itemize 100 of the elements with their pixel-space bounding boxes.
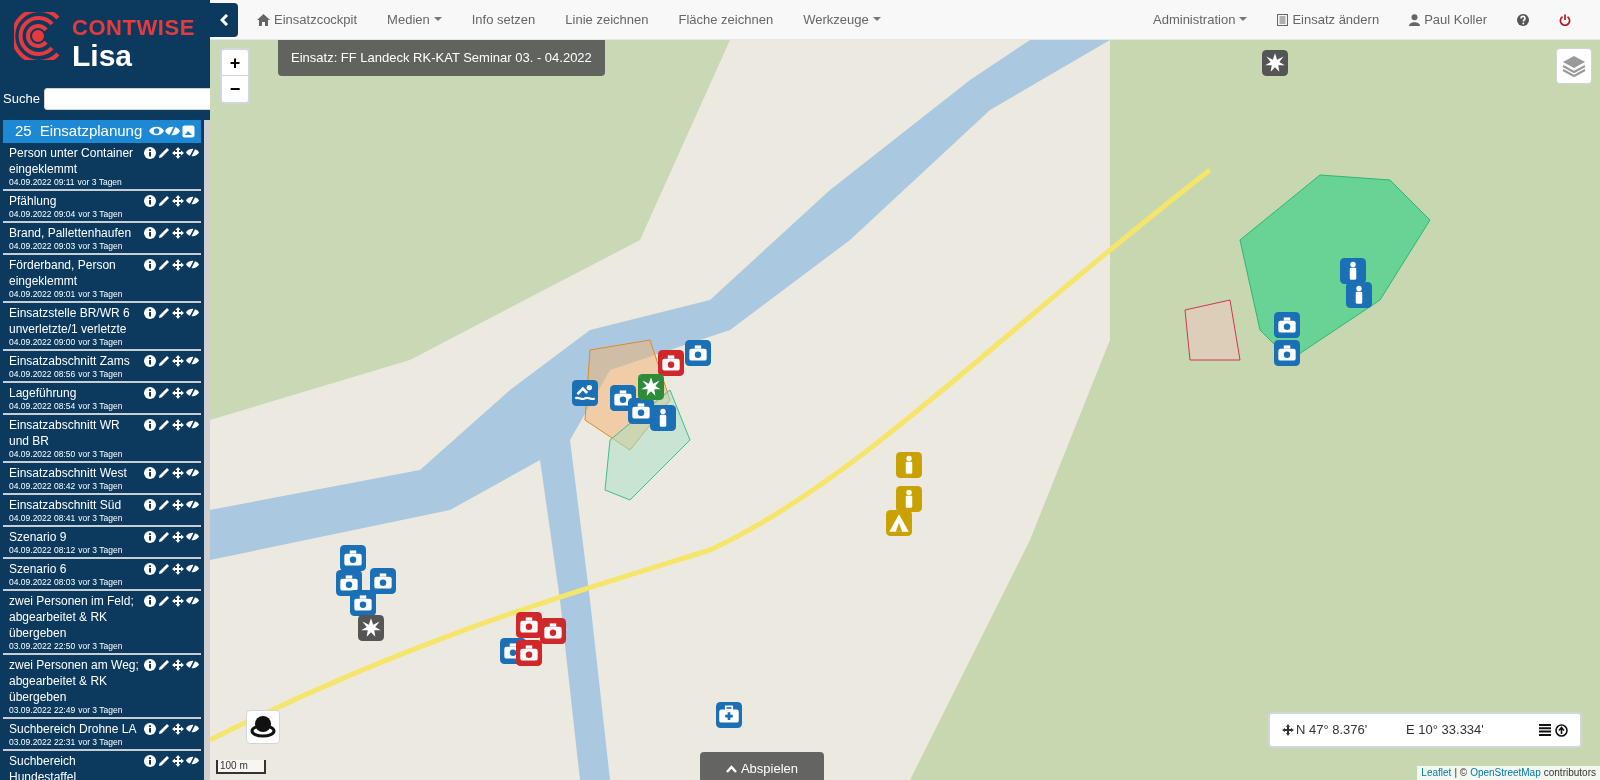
camera-marker-icon[interactable]	[516, 640, 542, 666]
move-icon[interactable]	[172, 354, 184, 367]
play-button[interactable]: Abspielen	[700, 752, 824, 780]
explosion-marker-icon[interactable]	[1262, 50, 1288, 76]
info-icon[interactable]	[144, 258, 156, 271]
pencil-icon[interactable]	[158, 754, 170, 767]
move-icon[interactable]	[172, 722, 184, 735]
info-icon[interactable]	[144, 658, 156, 671]
move-icon[interactable]	[172, 562, 184, 575]
info-icon[interactable]	[144, 226, 156, 239]
pencil-icon[interactable]	[158, 194, 170, 207]
pencil-icon[interactable]	[158, 722, 170, 735]
layer-header[interactable]: 25 Einsatzplanung	[3, 120, 201, 143]
hidden-eye-icon[interactable]	[186, 722, 199, 734]
nav-link[interactable]: Einsatzcockpit	[242, 0, 373, 40]
arrow-up-circle-icon[interactable]	[1555, 723, 1568, 737]
hidden-eye-icon[interactable]	[186, 258, 199, 270]
entry-card[interactable]: Szenario 9 04.09.2022 08:12 vor 3 Tagen	[3, 526, 201, 559]
hidden-eye-icon[interactable]	[186, 306, 199, 318]
hidden-eye-icon[interactable]	[186, 530, 199, 542]
eye-icon[interactable]	[149, 125, 164, 138]
pencil-icon[interactable]	[158, 530, 170, 543]
entry-card[interactable]: Förderband, Person eingeklemmt 04.09.2022 09:01 vor 3 Tagen	[3, 254, 201, 303]
nav-link[interactable]: Info setzen	[456, 0, 551, 40]
camera-marker-icon[interactable]	[370, 568, 396, 594]
info-icon[interactable]	[144, 146, 156, 159]
pencil-icon[interactable]	[158, 418, 170, 431]
swimmer-marker-icon[interactable]	[572, 380, 598, 406]
entry-card[interactable]: Einsatzabschnitt West 04.09.2022 08:42 vor 3 Tagen	[3, 462, 201, 495]
info-icon[interactable]	[144, 562, 156, 575]
nav-link[interactable]: Fläche zeichnen	[663, 0, 789, 40]
pencil-icon[interactable]	[158, 258, 170, 271]
3d-view-button[interactable]	[246, 710, 280, 744]
info-icon[interactable]	[144, 466, 156, 479]
pencil-icon[interactable]	[158, 658, 170, 671]
move-icon[interactable]	[172, 754, 184, 767]
entry-card[interactable]: Einsatzabschnitt Zams 04.09.2022 08:56 vor 3 Tagen	[3, 350, 201, 383]
info-icon[interactable]	[144, 754, 156, 767]
hidden-eye-icon[interactable]	[186, 466, 199, 478]
pencil-icon[interactable]	[158, 466, 170, 479]
layers-button[interactable]	[1556, 48, 1592, 84]
info-icon[interactable]	[144, 594, 156, 607]
entry-card[interactable]: Person unter Container eingeklemmt 04.09.2022 09:11 vor 3 Tagen	[3, 142, 201, 191]
hidden-eye-icon[interactable]	[186, 194, 199, 206]
sidebar-collapse-button[interactable]	[210, 3, 238, 37]
first-aid-marker-icon[interactable]	[716, 702, 742, 728]
move-icon[interactable]	[172, 194, 184, 207]
image-icon[interactable]	[182, 124, 195, 138]
openstreetmap-link[interactable]: OpenStreetMap	[1470, 766, 1541, 780]
move-icon[interactable]	[172, 146, 184, 159]
move-icon[interactable]	[172, 306, 184, 319]
nav-link[interactable]: Administration	[1138, 0, 1263, 40]
pencil-icon[interactable]	[158, 386, 170, 399]
entry-card[interactable]: Suchbereich Drohne LA 03.09.2022 22:31 vor 3 Tagen	[3, 718, 201, 751]
hidden-eye-icon[interactable]	[186, 386, 199, 398]
info-icon[interactable]	[144, 418, 156, 431]
nav-link[interactable]: Paul Koller	[1394, 0, 1502, 40]
entry-card[interactable]: Einsatzabschnitt WR und BR 04.09.2022 08:50 vor 3 Tagen	[3, 414, 201, 463]
zoom-in-button[interactable]: +	[222, 50, 248, 76]
pencil-icon[interactable]	[158, 562, 170, 575]
list-icon[interactable]	[1539, 724, 1551, 736]
entry-card[interactable]: zwei Personen im Feld; abgearbeitet & RK übergeben 03.09.2022 22:50 vor 3 Tagen	[3, 590, 201, 655]
move-icon[interactable]	[172, 658, 184, 671]
camera-marker-icon[interactable]	[1274, 312, 1300, 338]
search-field[interactable]	[43, 88, 210, 110]
camera-marker-icon[interactable]	[540, 618, 566, 644]
pencil-icon[interactable]	[158, 594, 170, 607]
camera-marker-icon[interactable]	[516, 612, 542, 638]
pencil-icon[interactable]	[158, 226, 170, 239]
info-icon[interactable]	[144, 354, 156, 367]
entry-card[interactable]: Einsatzabschnitt Süd 04.09.2022 08:41 vor 3 Tagen	[3, 494, 201, 527]
explosion-marker-icon[interactable]	[358, 615, 384, 641]
entry-card[interactable]: Brand, Pallettenhaufen 04.09.2022 09:03 vor 3 Tagen	[3, 222, 201, 255]
hidden-eye-icon[interactable]	[186, 754, 199, 766]
camera-marker-icon[interactable]	[340, 545, 366, 571]
camera-marker-icon[interactable]	[658, 350, 684, 376]
hidden-eye-icon[interactable]	[186, 562, 199, 574]
info-icon[interactable]	[144, 194, 156, 207]
move-icon[interactable]	[172, 530, 184, 543]
explosion-marker-icon[interactable]	[638, 374, 664, 400]
leaflet-link[interactable]: Leaflet	[1421, 766, 1452, 780]
info-icon[interactable]	[144, 306, 156, 319]
hidden-eye-icon[interactable]	[186, 226, 199, 238]
hidden-eye-icon[interactable]	[186, 498, 199, 510]
tent-marker-icon[interactable]	[886, 510, 912, 536]
pencil-icon[interactable]	[158, 354, 170, 367]
nav-link[interactable]: Werkzeuge	[788, 0, 896, 40]
info-icon[interactable]	[144, 722, 156, 735]
hidden-eye-icon[interactable]	[186, 146, 199, 158]
scrollbar[interactable]	[204, 120, 210, 780]
move-icon[interactable]	[172, 466, 184, 479]
nav-link[interactable]: Medien	[372, 0, 457, 40]
hidden-eye-icon[interactable]	[186, 418, 199, 430]
move-icon[interactable]	[172, 498, 184, 511]
pencil-icon[interactable]	[158, 306, 170, 319]
move-icon[interactable]	[172, 386, 184, 399]
move-icon[interactable]	[172, 258, 184, 271]
entry-card[interactable]: Einsatzstelle BR/WR 6 unverletzte/1 verletzte 04.09.2022 09:00 vor 3 Tagen	[3, 302, 201, 351]
entry-card[interactable]: zwei Personen am Weg; abgearbeitet & RK übergeben 03.09.2022 22:49 vor 3 Tagen	[3, 654, 201, 719]
camera-marker-icon[interactable]	[1274, 340, 1300, 366]
